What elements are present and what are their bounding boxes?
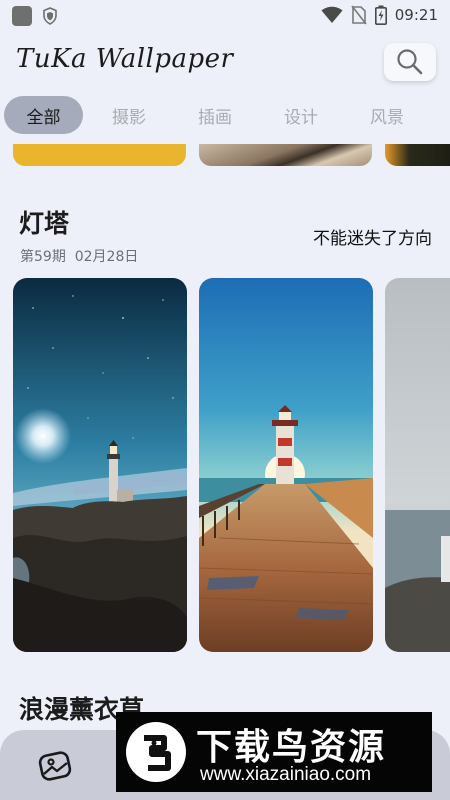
gallery-icon[interactable] (38, 750, 74, 782)
no-sim-icon (351, 5, 367, 25)
section-date: 02月28日 (74, 249, 139, 265)
app-icon (12, 6, 32, 26)
tab-photography[interactable]: 摄影 (86, 96, 172, 134)
shield-icon (43, 7, 57, 25)
section-meta: 第59期 02月28日 (20, 246, 138, 266)
wallpaper-image (199, 278, 373, 652)
app-title: TuKa Wallpaper (16, 44, 234, 74)
tab-scenery[interactable]: 风景 (344, 96, 430, 134)
category-tabs: 全部 摄影 插画 设计 风景 (4, 96, 430, 134)
search-button[interactable] (384, 43, 436, 81)
wallpaper-thumb-prev-3[interactable] (385, 144, 450, 166)
wallpaper-image (13, 278, 187, 652)
status-bar: 09:21 (0, 0, 450, 32)
watermark-title: 下载鸟资源 (196, 727, 387, 768)
status-time: 09:21 (394, 6, 438, 24)
wifi-icon (321, 6, 343, 23)
section-subtitle: 不能迷失了方向 (313, 229, 432, 249)
wallpaper-thumb-prev-1[interactable] (13, 144, 186, 166)
bird-logo (126, 722, 186, 782)
section-issue: 第59期 (20, 249, 66, 265)
search-icon (397, 49, 423, 75)
section-title: 灯塔 (19, 209, 70, 238)
battery-icon (374, 5, 387, 25)
watermark-url: www.xiazainiao.com (200, 764, 372, 785)
wallpaper-image (385, 278, 450, 652)
wallpaper-card-misty[interactable] (385, 278, 450, 652)
tab-all[interactable]: 全部 (4, 96, 83, 134)
wallpaper-thumb-prev-2[interactable] (199, 144, 372, 166)
wallpaper-card-lighthouse-pier[interactable] (199, 278, 373, 652)
wallpaper-card-lighthouse-night[interactable] (13, 278, 187, 652)
tab-design[interactable]: 设计 (258, 96, 344, 134)
watermark-banner: 下载鸟资源 www.xiazainiao.com (116, 712, 432, 792)
tab-illustration[interactable]: 插画 (172, 96, 258, 134)
